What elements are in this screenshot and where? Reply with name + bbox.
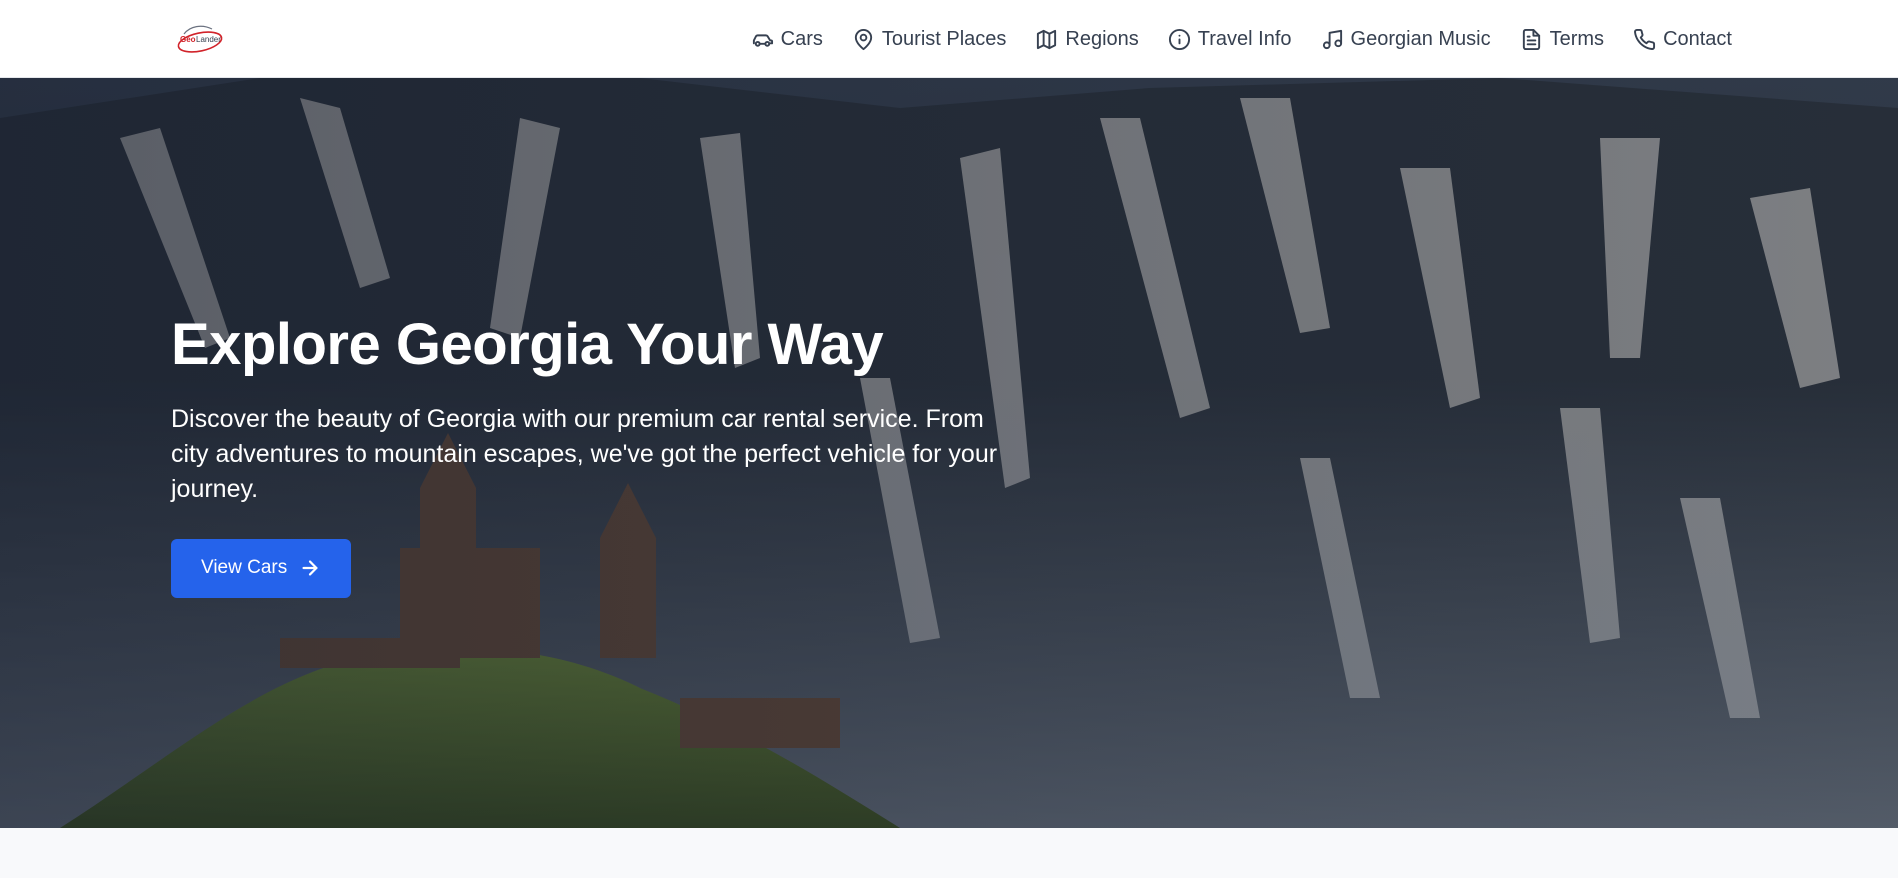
site-header: Geo Lander Cars Tourist Places Regions T… — [0, 0, 1898, 78]
nav-label: Tourist Places — [881, 27, 1007, 50]
svg-text:Lander: Lander — [196, 35, 221, 44]
hero-description: Discover the beauty of Georgia with our … — [171, 404, 998, 503]
nav-item-regions[interactable]: Regions — [1035, 27, 1139, 51]
arrow-right-icon — [302, 560, 318, 576]
nav-item-travel-info[interactable]: Travel Info — [1168, 28, 1292, 51]
nav-label: Georgian Music — [1350, 27, 1491, 50]
map-pin-icon — [854, 28, 873, 50]
nav-item-contact[interactable]: Contact — [1633, 28, 1732, 51]
view-cars-button[interactable]: View Cars — [171, 538, 352, 598]
hero-section: Explore Georgia Your Way Discover the be… — [0, 78, 1898, 828]
hero-content: Explore Georgia Your Way Discover the be… — [171, 310, 1031, 598]
car-icon — [752, 33, 773, 47]
map-icon — [1037, 29, 1057, 49]
document-icon — [1522, 28, 1540, 50]
nav-item-terms[interactable]: Terms — [1520, 28, 1604, 51]
nav-item-tourist-places[interactable]: Tourist Places — [852, 27, 1007, 51]
info-icon — [1168, 28, 1190, 50]
music-icon — [1322, 29, 1342, 49]
nav-label: Contact — [1663, 27, 1732, 50]
phone-icon — [1634, 28, 1656, 50]
nav-label: Regions — [1065, 27, 1139, 50]
view-cars-label: View Cars — [201, 557, 288, 579]
nav-item-georgian-music[interactable]: Georgian Music — [1321, 28, 1491, 51]
brand-logo[interactable]: Geo Lander — [176, 20, 228, 56]
svg-text:Geo: Geo — [180, 35, 196, 44]
nav-item-cars[interactable]: Cars — [751, 28, 823, 51]
page-content-start — [0, 828, 1898, 878]
hero-title: Explore Georgia Your Way — [171, 312, 884, 377]
nav-label: Cars — [780, 27, 823, 50]
nav-label: Terms — [1549, 27, 1605, 50]
nav-label: Travel Info — [1197, 27, 1292, 50]
main-nav: Cars Tourist Places Regions Travel Info … — [751, 0, 1732, 78]
